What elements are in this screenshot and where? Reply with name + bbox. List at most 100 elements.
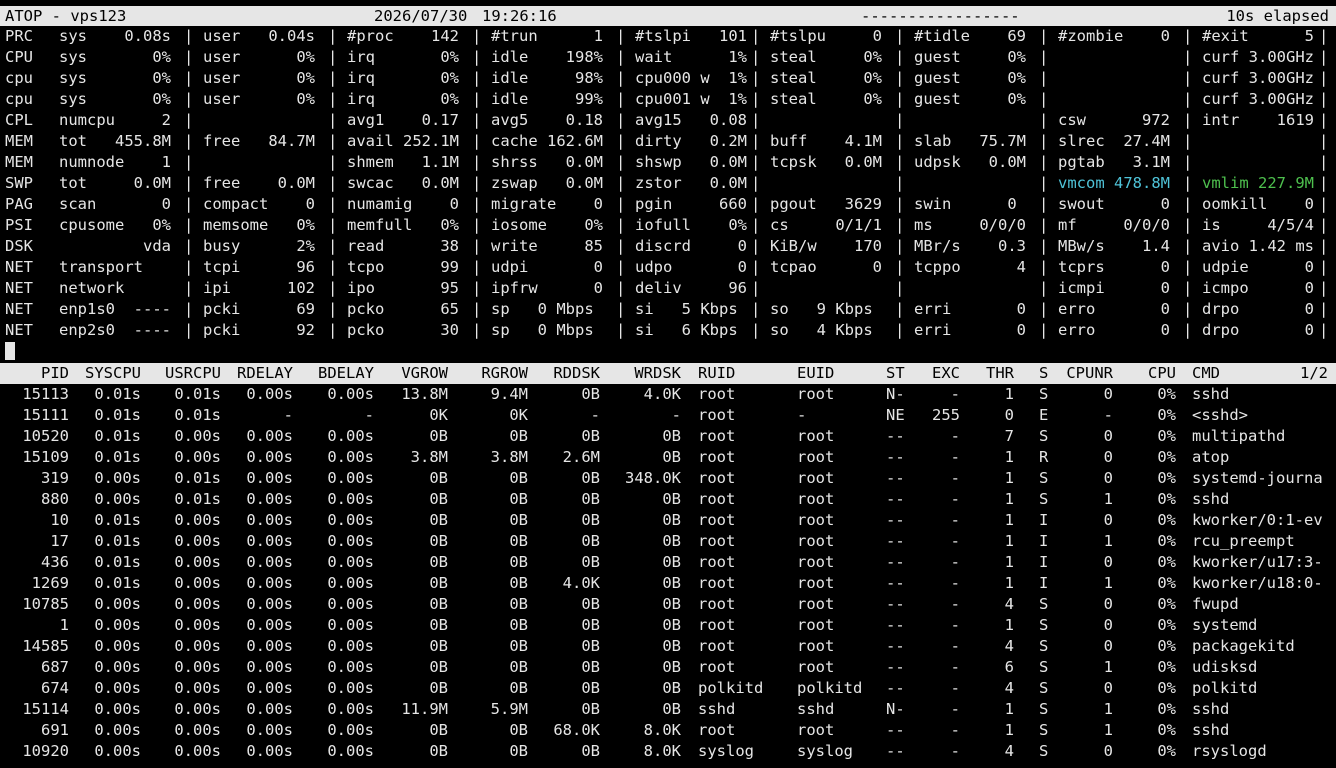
column-header-rgrow[interactable]: RGROW <box>481 363 528 384</box>
process-cell-syscpu: 0.00s <box>94 658 141 676</box>
atop-terminal[interactable]: ATOP - vps123 2026/07/30 19:26:16 ------… <box>0 0 1336 768</box>
process-cell-st: -- <box>886 658 905 676</box>
process-cell-ruid: root <box>698 532 736 550</box>
process-row[interactable]: 10785 0.00s 0.00s 0.00s 0.00s 0B 0B 0B 0B root roo… <box>0 594 1336 615</box>
process-row[interactable]: 10 0.01s 0.00s 0.00s 0.00s 0B 0B 0B 0B root root --… <box>0 510 1336 531</box>
process-cell-pid: 691 <box>41 721 69 739</box>
process-row[interactable]: 15113 0.01s 0.01s 0.00s 0.00s 13.8M 9.4M 0B 4.0K… <box>0 384 1336 405</box>
process-row[interactable]: 15109 0.01s 0.00s 0.00s 0.00s 3.8M 3.8M 2.6M 0B r… <box>0 447 1336 468</box>
column-separator: | <box>184 132 194 150</box>
process-cell-rdelay: 0.00s <box>246 637 293 655</box>
process-row[interactable]: 15111 0.01s 0.01s - -0K 0K - - root - NE 255 0 E -0% <s… <box>0 405 1336 426</box>
process-row[interactable]: 17 0.01s 0.00s 0.00s 0.00s 0B 0B 0B 0B root root --… <box>0 531 1336 552</box>
stat-field: migrate 0 <box>491 195 603 213</box>
row-label: CPU <box>5 48 33 66</box>
column-header-rddsk[interactable]: RDDSK <box>553 363 600 384</box>
system-row-net: NET | | | | | | | | | network ipi 102 ipo 95 ipfrw 0 d… <box>0 278 1336 299</box>
column-header-st[interactable]: ST <box>886 363 905 384</box>
process-cell-syscpu: 0.01s <box>94 385 141 403</box>
column-header-euid[interactable]: EUID <box>797 363 834 384</box>
process-cell-wrdsk: 0B <box>662 637 681 655</box>
process-cell-exc: - <box>950 700 960 718</box>
stat-field: iosome 0% <box>491 216 603 234</box>
stat-field: is 4/5/4 <box>1202 216 1314 234</box>
stat-field: icmpi 0 <box>1058 279 1170 297</box>
process-row[interactable]: 674 0.00s 0.00s 0.00s 0.00s 0B 0B 0B 0B polkitd po… <box>0 678 1336 699</box>
column-header-vgrow[interactable]: VGROW <box>401 363 448 384</box>
column-header-rdelay[interactable]: RDELAY <box>237 363 293 384</box>
row-label: NET <box>5 258 33 276</box>
process-row[interactable]: 14585 0.00s 0.00s 0.00s 0.00s 0B 0B 0B 0B root roo… <box>0 636 1336 657</box>
process-row[interactable]: 319 0.00s 0.01s 0.00s 0.00s 0B 0B 0B 348.0K root r… <box>0 468 1336 489</box>
process-cell-syscpu: 0.01s <box>94 511 141 529</box>
process-row[interactable]: 687 0.00s 0.00s 0.00s 0.00s 0B 0B 0B 0B root root -… <box>0 657 1336 678</box>
process-cell-usrcpu: 0.00s <box>174 637 221 655</box>
process-cell-thr: 4 <box>1004 637 1014 655</box>
process-cell-thr: 1 <box>1004 721 1014 739</box>
column-header-usrcpu[interactable]: USRCPU <box>165 363 221 384</box>
process-cell-usrcpu: 0.00s <box>174 511 221 529</box>
stat-field: steal 0% <box>770 48 882 66</box>
process-cell-rdelay: 0.00s <box>246 553 293 571</box>
column-header-s[interactable]: S <box>1039 363 1048 384</box>
process-cell-cpunr: 0 <box>1103 595 1113 613</box>
column-header-cpunr[interactable]: CPUNR <box>1066 363 1113 384</box>
process-cell-bdelay: 0.00s <box>327 700 374 718</box>
process-cell-cpu: 0% <box>1157 469 1176 487</box>
process-cell-cmd: sshd <box>1192 721 1230 739</box>
column-separator: | <box>895 279 905 297</box>
column-separator: | <box>184 153 194 171</box>
process-cell-bdelay: 0.00s <box>327 490 374 508</box>
column-separator: | <box>1183 195 1193 213</box>
process-cell-rddsk: 0B <box>581 616 600 634</box>
column-header-ruid[interactable]: RUID <box>698 363 735 384</box>
system-row-cpl: CPL | | | | | | | | | numcpu 2 avg1 0.17 avg5 0.18 av… <box>0 110 1336 131</box>
column-separator: | <box>895 69 905 87</box>
process-cell-vgrow: 0B <box>429 532 448 550</box>
column-header-cpu[interactable]: CPU <box>1148 363 1176 384</box>
process-cell-cpu: 0% <box>1157 574 1176 592</box>
process-row[interactable]: 1269 0.01s 0.00s 0.00s 0.00s 0B 0B 4.0K 0B root ro… <box>0 573 1336 594</box>
process-row[interactable]: 436 0.01s 0.00s 0.00s 0.00s 0B 0B 0B 0B root root -… <box>0 552 1336 573</box>
row-label: NET <box>5 279 33 297</box>
column-header-syscpu[interactable]: SYSCPU <box>85 363 141 384</box>
process-row[interactable]: 1 0.00s 0.00s 0.00s 0.00s 0B 0B 0B 0B root root -- -… <box>0 615 1336 636</box>
process-cell-syscpu: 0.00s <box>94 742 141 760</box>
column-separator: | <box>895 237 905 255</box>
column-header-bdelay[interactable]: BDELAY <box>318 363 374 384</box>
column-header-thr[interactable]: THR <box>986 363 1014 384</box>
column-separator: | <box>895 132 905 150</box>
process-cell-rdelay: 0.00s <box>246 385 293 403</box>
process-row[interactable]: 10520 0.01s 0.00s 0.00s 0.00s 0B 0B 0B 0B root roo… <box>0 426 1336 447</box>
column-header-exc[interactable]: EXC <box>932 363 960 384</box>
process-cell-s: S <box>1039 637 1049 655</box>
process-cell-usrcpu: 0.00s <box>174 742 221 760</box>
terminal-cursor[interactable] <box>5 342 15 360</box>
process-cell-s: I <box>1039 511 1049 529</box>
process-row[interactable]: 691 0.00s 0.00s 0.00s 0.00s 0B 0B 68.0K 8.0K root… <box>0 720 1336 741</box>
process-cell-rddsk: 2.6M <box>562 448 600 466</box>
column-header-wrdsk[interactable]: WRDSK <box>634 363 681 384</box>
column-separator: | <box>1039 258 1049 276</box>
process-cell-rddsk: 0B <box>581 490 600 508</box>
process-cell-wrdsk: 0B <box>662 490 681 508</box>
column-separator: | <box>184 237 194 255</box>
column-header-cmd[interactable]: CMD <box>1192 363 1220 384</box>
process-row[interactable]: 10920 0.00s 0.00s 0.00s 0.00s 0B 0B 0B 8.0K syslo… <box>0 741 1336 762</box>
system-row-dsk: DSK | | | | | | | | | vda busy 2% read 38 write 85 di… <box>0 236 1336 257</box>
stat-field: tcpo 99 <box>347 258 459 276</box>
process-cell-rgrow: 0B <box>509 637 528 655</box>
process-cell-exc: - <box>950 574 960 592</box>
process-cell-st: -- <box>886 637 905 655</box>
column-separator: | <box>1183 237 1193 255</box>
stat-field: free 84.7M <box>203 132 315 150</box>
process-row[interactable]: 15114 0.00s 0.00s 0.00s 0.00s 11.9M 5.9M 0B 0B ss… <box>0 699 1336 720</box>
process-cell-cpunr: 0 <box>1103 637 1113 655</box>
process-cell-rgrow: 0B <box>509 658 528 676</box>
process-cell-syscpu: 0.00s <box>94 469 141 487</box>
process-row[interactable]: 880 0.00s 0.01s 0.00s 0.00s 0B 0B 0B 0B root root -… <box>0 489 1336 510</box>
process-cell-pid: 10 <box>50 511 69 529</box>
stat-field: numnode 1 <box>59 153 171 171</box>
column-header-pid[interactable]: PID <box>41 363 69 384</box>
process-cell-pid: 10520 <box>22 427 69 445</box>
